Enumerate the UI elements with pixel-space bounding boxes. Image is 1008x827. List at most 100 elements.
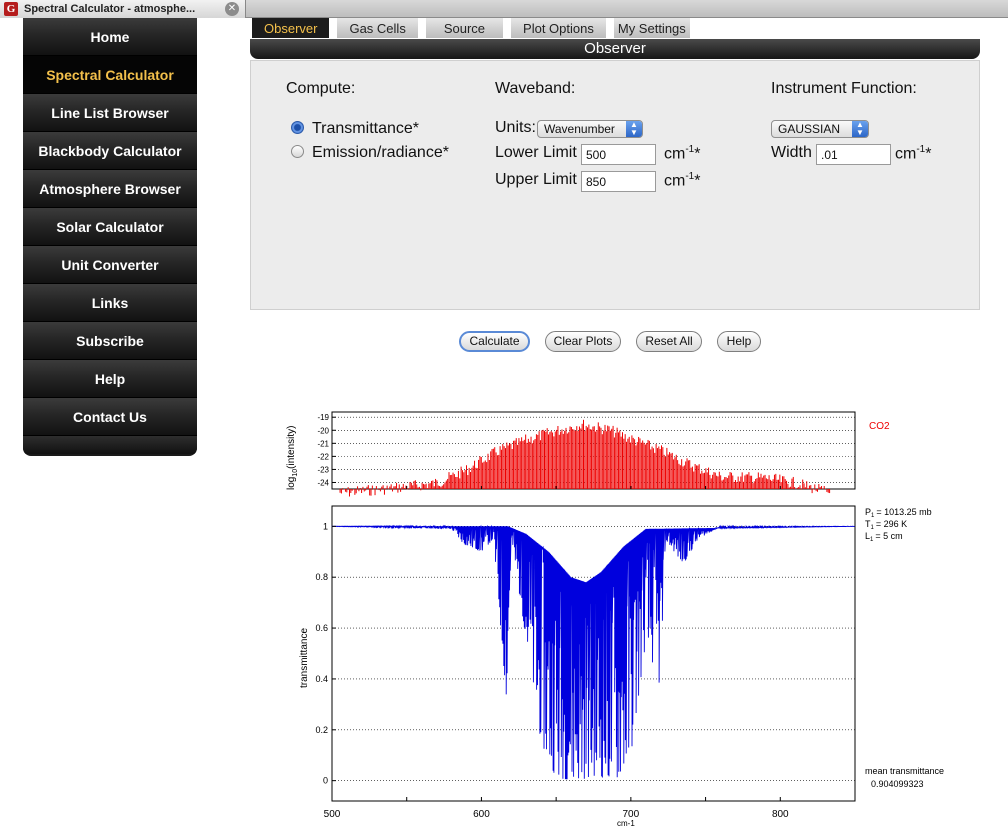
intensity-plot: -19 -20 -21 -22 -23 -24 log10(intensity) CO2 <box>286 411 890 497</box>
emission-radio[interactable] <box>291 145 304 158</box>
transmittance-x-tick-label: 800 <box>772 809 789 820</box>
observer-panel: Compute: Transmittance* Emission/radianc… <box>250 60 980 310</box>
sidebar-item-help[interactable]: Help <box>23 360 197 398</box>
tab-source[interactable]: Source <box>425 18 504 38</box>
units-select-value: Wavenumber <box>544 122 615 136</box>
instrument-heading: Instrument Function: <box>771 80 917 97</box>
intensity-y-tick-label: -24 <box>317 478 329 487</box>
unit-star: * <box>694 172 701 190</box>
upper-limit-unit: cm-1* <box>664 171 700 190</box>
transmittance-y-axis-label: transmittance <box>299 628 310 688</box>
chevron-updown-icon: ▲ ▼ <box>626 121 642 137</box>
transmittance-y-tick-label: 0.4 <box>315 674 328 684</box>
intensity-y-tick-label: -22 <box>317 452 329 461</box>
instrument-function-value: GAUSSIAN <box>778 122 841 136</box>
lower-limit-input[interactable] <box>581 144 656 165</box>
sidebar-nav: Home Spectral Calculator Line List Brows… <box>23 18 197 456</box>
intensity-y-axis-label: log10(intensity) <box>286 425 299 490</box>
tab-my-settings[interactable]: My Settings <box>613 18 690 38</box>
intensity-legend-co2: CO2 <box>869 421 890 432</box>
intensity-y-axis-label-main: log <box>286 477 297 490</box>
unit-base: cm <box>895 145 917 163</box>
transmittance-y-tick-label: 0.2 <box>315 725 328 735</box>
unit-base: cm <box>664 172 686 190</box>
temperature-value: = 296 K <box>876 519 907 529</box>
pressure-value: = 1013.25 mb <box>876 507 931 517</box>
transmittance-radio[interactable] <box>291 121 304 134</box>
length-subscript: 1 <box>870 537 874 543</box>
pressure-subscript: 1 <box>871 513 875 519</box>
upper-limit-input[interactable] <box>581 171 656 192</box>
sidebar-item-links[interactable]: Links <box>23 284 197 322</box>
panel-title: Observer <box>250 39 980 59</box>
transmittance-y-tick-label: 0.6 <box>315 623 328 633</box>
intensity-y-tick-label: -21 <box>317 439 329 448</box>
favicon-icon: G <box>4 2 18 16</box>
tab-gas-cells[interactable]: Gas Cells <box>337 18 418 38</box>
transmittance-y-tick-label: 0.8 <box>315 572 328 582</box>
sidebar-item-solar-calculator[interactable]: Solar Calculator <box>23 208 197 246</box>
mean-transmittance-value: 0.904099323 <box>871 779 924 789</box>
close-icon[interactable]: ✕ <box>225 2 239 16</box>
sidebar-footer <box>23 436 197 454</box>
reset-all-button[interactable]: Reset All <box>636 331 702 352</box>
intensity-y-tick-label: -19 <box>317 413 329 422</box>
browser-tab-strip: G Spectral Calculator - atmosphe... ✕ <box>0 0 1008 18</box>
lower-limit-label: Lower Limit <box>495 144 577 161</box>
intensity-y-axis-label-sub: 10 <box>292 469 299 477</box>
compute-heading: Compute: <box>286 80 356 97</box>
tab-plot-options[interactable]: Plot Options <box>511 18 606 38</box>
units-select[interactable]: Wavenumber ▲ ▼ <box>537 120 643 138</box>
clear-plots-button[interactable]: Clear Plots <box>545 331 621 352</box>
transmittance-y-tick-label: 0 <box>323 776 328 786</box>
emission-label: Emission/radiance* <box>312 144 449 161</box>
browser-tab-title: Spectral Calculator - atmosphe... <box>24 3 196 15</box>
help-button[interactable]: Help <box>717 331 761 352</box>
tab-observer[interactable]: Observer <box>252 18 330 38</box>
gas-cell-params: P1 = 1013.25 mb T1 = 296 K L1 = 5 cm mean t… <box>865 507 944 789</box>
intensity-y-tick-label: -20 <box>317 426 329 435</box>
sidebar-item-atmosphere-browser[interactable]: Atmosphere Browser <box>23 170 197 208</box>
transmittance-x-tick-label: 500 <box>324 809 341 820</box>
width-input[interactable] <box>816 144 891 165</box>
sidebar-item-subscribe[interactable]: Subscribe <box>23 322 197 360</box>
sidebar-item-contact-us[interactable]: Contact Us <box>23 398 197 436</box>
sidebar-item-home[interactable]: Home <box>23 18 197 56</box>
transmittance-label: Transmittance* <box>312 120 419 137</box>
lower-limit-unit: cm-1* <box>664 144 700 163</box>
intensity-y-tick-label: -23 <box>317 465 329 474</box>
unit-exponent: -1 <box>685 171 695 182</box>
transmittance-y-tick-label: 1 <box>323 521 328 531</box>
sidebar-item-blackbody-calculator[interactable]: Blackbody Calculator <box>23 132 197 170</box>
transmittance-x-tick-label: 600 <box>473 809 490 820</box>
instrument-function-select[interactable]: GAUSSIAN ▲ ▼ <box>771 120 869 138</box>
transmittance-x-axis-label: cm-1 <box>617 819 635 827</box>
transmittance-plot: 00.20.40.60.81 500 600 700 800 transmittanc… <box>299 505 944 827</box>
upper-limit-label: Upper Limit <box>495 171 577 188</box>
unit-exponent: -1 <box>916 144 926 155</box>
temperature-subscript: 1 <box>871 525 875 531</box>
width-unit: cm-1* <box>895 144 931 163</box>
width-label: Width <box>771 144 812 161</box>
calculator-tabs: Observer Gas Cells Source Plot Options M… <box>252 18 698 38</box>
browser-tab[interactable]: G Spectral Calculator - atmosphe... ✕ <box>0 0 246 18</box>
units-label: Units: <box>495 119 536 136</box>
waveband-heading: Waveband: <box>495 80 576 97</box>
pressure-annotation: P1 = 1013.25 mb <box>865 507 932 519</box>
chevron-updown-icon: ▲ ▼ <box>852 121 868 137</box>
sidebar-item-unit-converter[interactable]: Unit Converter <box>23 246 197 284</box>
unit-star: * <box>925 145 932 163</box>
intensity-plot-frame <box>331 411 856 490</box>
sidebar-item-line-list-browser[interactable]: Line List Browser <box>23 94 197 132</box>
unit-exponent: -1 <box>685 144 695 155</box>
temperature-annotation: T1 = 296 K <box>865 519 907 531</box>
unit-star: * <box>694 145 701 163</box>
calculate-button[interactable]: Calculate <box>459 331 530 352</box>
intensity-y-axis-label-rest: (intensity) <box>286 425 297 468</box>
unit-base: cm <box>664 145 686 163</box>
length-value: = 5 cm <box>875 531 902 541</box>
sidebar-item-spectral-calculator[interactable]: Spectral Calculator <box>23 56 197 94</box>
mean-transmittance-label: mean transmittance <box>865 766 944 776</box>
length-annotation: L1 = 5 cm <box>865 531 903 543</box>
spectral-chart: -19-20-21-22-23-24 log10(intensity) CO2 … <box>286 411 944 827</box>
